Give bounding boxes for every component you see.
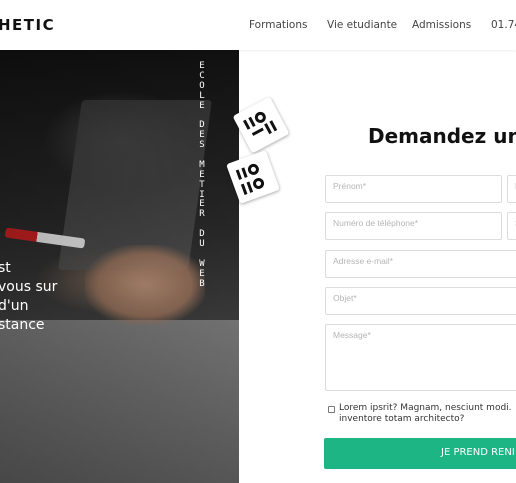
last-name-field[interactable]: N	[507, 175, 516, 203]
nav-formations[interactable]: Formations	[249, 19, 307, 31]
consent-label: Lorem ipsrit? Magnam, nesciunt modi. inv…	[339, 403, 512, 424]
subject-field[interactable]: Objet*	[325, 287, 516, 315]
decorative-card	[232, 96, 290, 154]
phone-field[interactable]: Numéro de téléphone*	[325, 212, 502, 240]
vertical-school-name: E C O L E D E S M E T I E R D U W E B	[195, 61, 209, 289]
hero-text-line: stance	[0, 317, 45, 333]
nav-vie-etudiante[interactable]: Vie etudiante	[327, 19, 397, 31]
consent-checkbox[interactable]	[328, 406, 335, 413]
email-field[interactable]: Adresse e-mail*	[325, 250, 516, 278]
vertical-letter: U	[199, 239, 205, 250]
vertical-letter: R	[199, 209, 205, 220]
vertical-letter: E	[199, 100, 205, 111]
vertical-letter: B	[199, 278, 205, 289]
form-title: Demandez un	[368, 124, 516, 148]
nav-phone[interactable]: 01.74	[491, 19, 516, 31]
decorative-card-icon	[235, 163, 265, 195]
site-header: HETIC Formations Vie etudiante Admission…	[0, 0, 516, 50]
hero-text-line: d'un	[0, 298, 29, 314]
hero-text-line: vous sur	[0, 279, 58, 295]
logo[interactable]: HETIC	[0, 16, 55, 34]
second-field[interactable]: S	[507, 212, 516, 240]
decorative-card-icon	[243, 111, 278, 136]
first-name-field[interactable]: Prénom*	[325, 175, 502, 203]
vertical-letter: S	[199, 140, 205, 151]
nav-admissions[interactable]: Admissions	[412, 19, 471, 31]
message-field[interactable]: Message*	[325, 324, 516, 391]
submit-button[interactable]: JE PREND RENI	[324, 438, 516, 469]
hero-image: st vous sur d'un stance E C O L E D E S …	[0, 50, 239, 483]
hero-text-line: st	[0, 260, 11, 276]
